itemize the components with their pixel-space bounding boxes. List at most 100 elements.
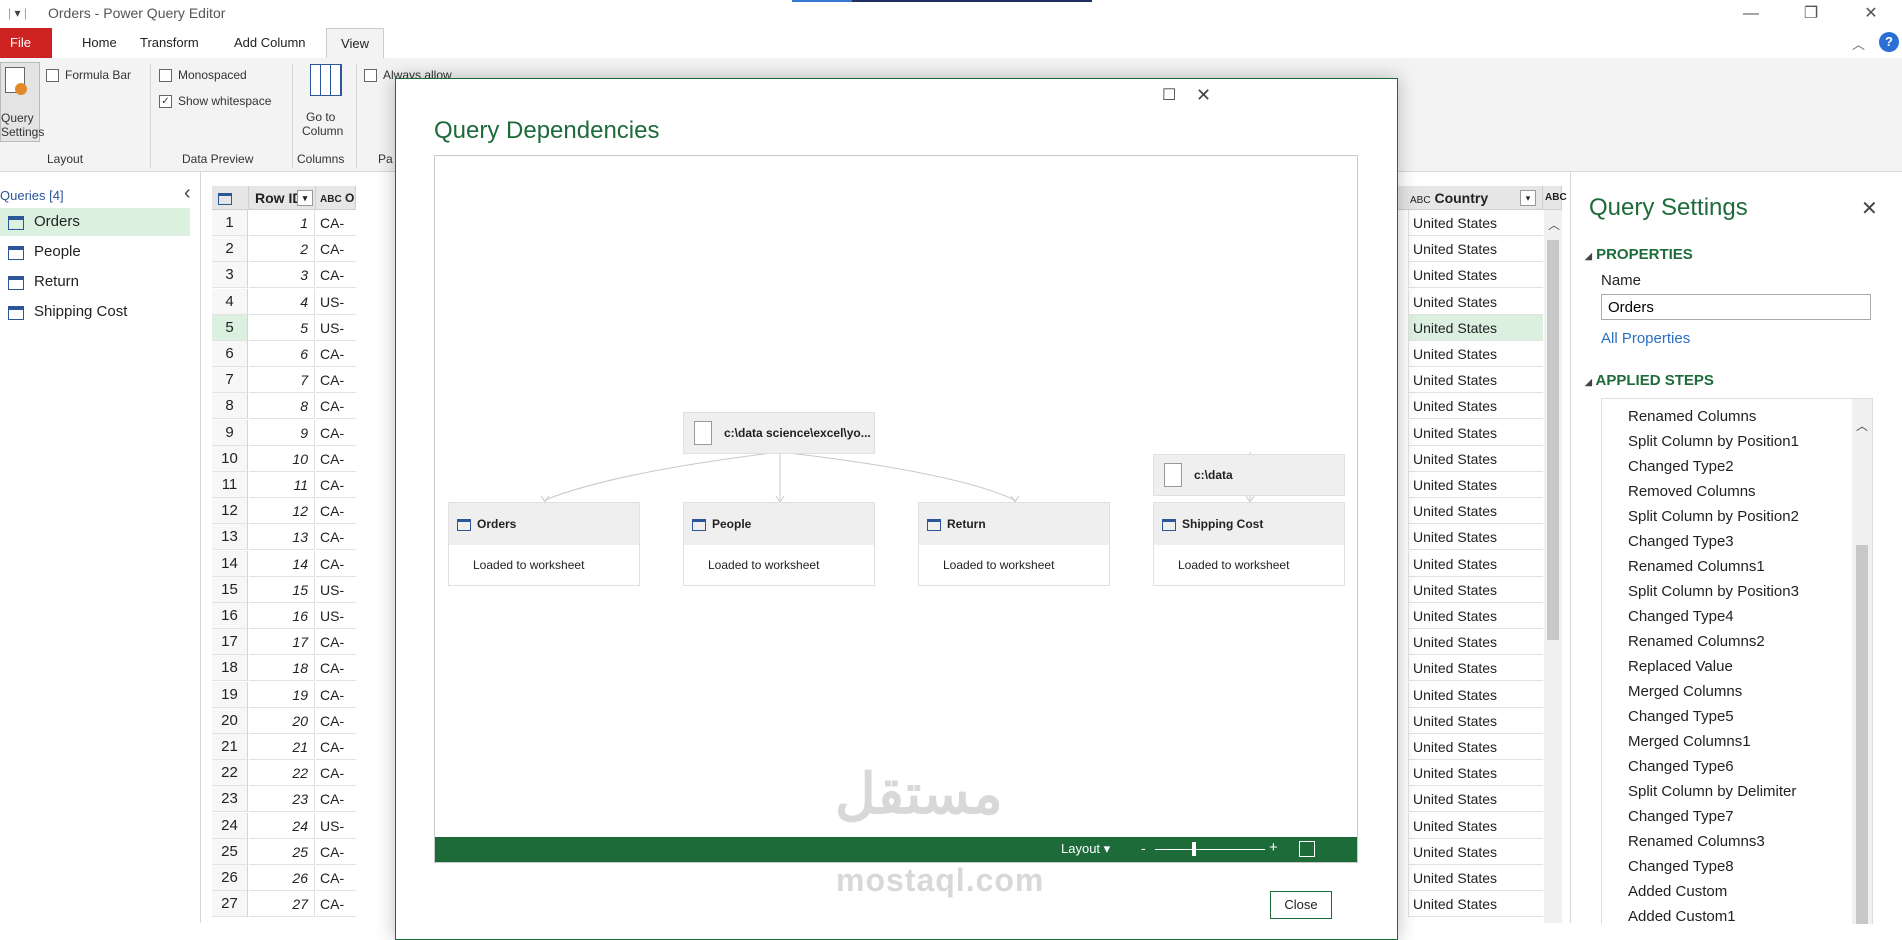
cell-country[interactable]: United States: [1408, 603, 1543, 629]
applied-step[interactable]: Added Custom1⚙: [1628, 904, 1848, 924]
cell-row-id[interactable]: 3: [249, 262, 315, 289]
cell-row-id[interactable]: 16: [249, 603, 315, 629]
cell-country[interactable]: United States: [1408, 236, 1543, 263]
cell-row-id[interactable]: 22: [249, 760, 315, 787]
cell-row-id[interactable]: 14: [249, 550, 315, 577]
zoom-slider-thumb[interactable]: [1191, 842, 1196, 856]
cell-row-id[interactable]: 5: [249, 314, 315, 341]
cell-row-id[interactable]: 11: [249, 472, 315, 498]
tab-transform[interactable]: Transform: [126, 28, 213, 58]
row-number[interactable]: 7: [212, 367, 248, 394]
applied-step[interactable]: Changed Type6: [1628, 754, 1848, 779]
row-number[interactable]: 9: [212, 419, 248, 446]
cell-row-id[interactable]: 21: [249, 734, 315, 760]
row-number[interactable]: 5: [212, 314, 248, 341]
cell-country[interactable]: United States: [1408, 393, 1543, 420]
cell-country[interactable]: United States: [1408, 445, 1543, 472]
row-number[interactable]: 23: [212, 786, 248, 813]
cell-order-id[interactable]: CA-20: [316, 551, 356, 577]
row-number[interactable]: 3: [212, 262, 248, 289]
cell-order-id[interactable]: CA-20: [316, 839, 356, 865]
cell-row-id[interactable]: 18: [249, 655, 315, 682]
row-number[interactable]: 20: [212, 707, 248, 734]
cell-country[interactable]: United States: [1408, 288, 1543, 315]
cell-country[interactable]: United States: [1408, 210, 1543, 236]
cell-order-id[interactable]: CA-20: [316, 682, 356, 708]
collapse-queries-icon[interactable]: ‹: [184, 182, 191, 205]
row-number[interactable]: 8: [212, 393, 248, 420]
applied-step[interactable]: Changed Type3: [1628, 529, 1848, 554]
cell-order-id[interactable]: CA-20: [316, 262, 356, 289]
dependency-node-return[interactable]: Return Loaded to worksheet: [918, 502, 1110, 586]
cell-row-id[interactable]: 12: [249, 498, 315, 525]
applied-step[interactable]: Replaced Value⚙: [1628, 654, 1848, 679]
vertical-scrollbar[interactable]: ︿: [1544, 210, 1562, 923]
column-header-country[interactable]: ABC Country ▾: [1396, 186, 1543, 210]
row-number[interactable]: 16: [212, 603, 248, 629]
row-number[interactable]: 21: [212, 734, 248, 760]
applied-step[interactable]: Split Column by Position3⚙: [1628, 579, 1848, 604]
cell-country[interactable]: United States: [1408, 472, 1543, 498]
cell-row-id[interactable]: 24: [249, 812, 315, 839]
cell-country[interactable]: United States: [1408, 681, 1543, 708]
query-item-orders[interactable]: Orders: [0, 208, 190, 236]
row-number[interactable]: 14: [212, 550, 248, 577]
row-number[interactable]: 10: [212, 445, 248, 472]
cell-order-id[interactable]: CA-20: [316, 734, 356, 760]
restore-button[interactable]: ❐: [1791, 2, 1831, 26]
cell-country[interactable]: United States: [1408, 341, 1543, 367]
cell-row-id[interactable]: 26: [249, 865, 315, 891]
cell-country[interactable]: United States: [1408, 524, 1543, 551]
applied-step[interactable]: Changed Type5: [1628, 704, 1848, 729]
cell-order-id[interactable]: US-20: [316, 289, 356, 315]
query-settings-button[interactable]: Query Settings: [0, 62, 44, 142]
go-to-column-button[interactable]: Go to Column: [302, 62, 352, 142]
close-window-button[interactable]: ✕: [1851, 2, 1891, 26]
all-properties-link[interactable]: All Properties: [1601, 330, 1690, 347]
cell-row-id[interactable]: 25: [249, 838, 315, 865]
cell-order-id[interactable]: US-20: [316, 813, 356, 839]
cell-country[interactable]: United States: [1408, 655, 1543, 682]
cell-order-id[interactable]: CA-20: [316, 341, 356, 367]
cell-order-id[interactable]: CA-20: [316, 446, 356, 472]
cell-order-id[interactable]: CA-20: [316, 367, 356, 394]
tab-file[interactable]: File: [0, 28, 52, 58]
quick-access-menu[interactable]: | ▾ |: [8, 6, 27, 20]
close-settings-icon[interactable]: ✕: [1861, 196, 1878, 221]
applied-step[interactable]: Split Column by Position1⚙: [1628, 429, 1848, 454]
column-header-order[interactable]: ABC O: [316, 186, 356, 210]
cell-country[interactable]: United States: [1408, 838, 1543, 865]
cell-order-id[interactable]: US-20: [316, 603, 356, 629]
applied-step[interactable]: Changed Type7: [1628, 804, 1848, 829]
applied-step[interactable]: Merged Columns1⚙: [1628, 729, 1848, 754]
cell-country[interactable]: United States: [1408, 865, 1543, 891]
tab-home[interactable]: Home: [68, 28, 131, 58]
row-number[interactable]: 11: [212, 472, 248, 498]
row-number[interactable]: 2: [212, 236, 248, 263]
row-number[interactable]: 6: [212, 341, 248, 367]
cell-row-id[interactable]: 13: [249, 524, 315, 551]
cell-country[interactable]: United States: [1408, 812, 1543, 839]
cell-order-id[interactable]: CA-20: [316, 236, 356, 263]
applied-step[interactable]: Changed Type8: [1628, 854, 1848, 879]
applied-step[interactable]: Split Column by Delimiter⚙: [1628, 779, 1848, 804]
cell-row-id[interactable]: 10: [249, 445, 315, 472]
cell-country[interactable]: United States: [1408, 576, 1543, 603]
cell-order-id[interactable]: CA-20: [316, 865, 356, 891]
maximize-dialog-button[interactable]: ☐: [1162, 85, 1176, 105]
fit-to-screen-icon[interactable]: [1299, 841, 1315, 857]
cell-country[interactable]: United States: [1408, 314, 1543, 341]
cell-order-id[interactable]: CA-20: [316, 629, 356, 656]
cell-country[interactable]: United States: [1408, 262, 1543, 289]
column-header-next[interactable]: ABC: [1543, 186, 1567, 210]
cell-row-id[interactable]: 2: [249, 236, 315, 263]
dependency-node-shipping-cost[interactable]: Shipping Cost Loaded to worksheet: [1153, 502, 1345, 586]
applied-step[interactable]: Removed Columns: [1628, 479, 1848, 504]
row-number[interactable]: 4: [212, 288, 248, 315]
name-input[interactable]: [1601, 294, 1871, 320]
properties-section[interactable]: ◢ PROPERTIES: [1585, 246, 1693, 263]
cell-order-id[interactable]: CA-20: [316, 498, 356, 525]
cell-row-id[interactable]: 19: [249, 681, 315, 708]
cell-country[interactable]: United States: [1408, 629, 1543, 656]
cell-country[interactable]: United States: [1408, 367, 1543, 394]
